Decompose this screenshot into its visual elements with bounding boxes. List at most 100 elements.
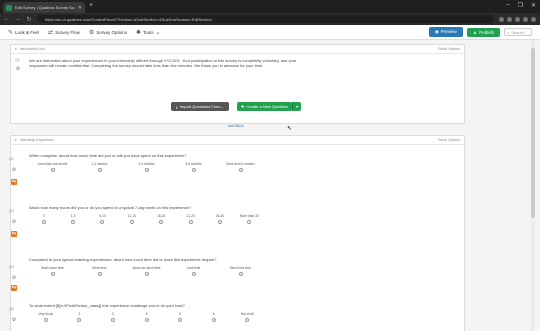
maximize-button[interactable]: ❐	[518, 2, 523, 9]
create-question-button[interactable]: ✚ Create a New Question	[237, 102, 292, 111]
logic-icon[interactable]: ⇆	[11, 179, 17, 185]
radio-button[interactable]	[178, 318, 183, 322]
url-field[interactable]: https://au.ol.qualtrics.com/ControlPanel…	[37, 15, 494, 23]
gear-icon[interactable]: ⚙	[11, 275, 17, 281]
choice[interactable]: 21-25	[176, 214, 205, 224]
radio-button[interactable]	[77, 318, 82, 322]
collapse-icon[interactable]: ▾	[15, 138, 17, 142]
radio-button[interactable]	[100, 220, 105, 224]
choice[interactable]: 26-30	[205, 214, 234, 224]
choice[interactable]: 16-20	[147, 214, 176, 224]
choice[interactable]: 6-10	[88, 214, 117, 224]
extension-icon[interactable]	[499, 16, 504, 22]
extension-icon[interactable]	[507, 16, 512, 22]
logic-icon[interactable]: ⇆	[11, 285, 17, 291]
radio-button[interactable]	[238, 272, 243, 276]
publish-button[interactable]: ▲ Publish	[466, 27, 500, 37]
collapse-icon[interactable]: ▾	[15, 47, 17, 51]
choice[interactable]: Not at all	[230, 312, 264, 322]
radio-button[interactable]	[144, 318, 149, 322]
block-options-button[interactable]: Block Options	[438, 138, 460, 142]
radio-button[interactable]	[50, 168, 55, 172]
reload-icon[interactable]: ↻	[26, 16, 32, 23]
import-questions-button[interactable]: ⤓ Import Questions From...	[171, 102, 230, 111]
question-q5[interactable]: Q5 ⚙ To what extent [${e://Field/Senior_…	[9, 295, 464, 331]
add-block-link[interactable]: Add Block	[228, 124, 244, 128]
scrollbar-thumb[interactable]	[531, 48, 535, 218]
choice[interactable]: Much less time	[217, 266, 264, 276]
choice[interactable]: More time	[76, 266, 123, 276]
radio-button[interactable]	[71, 220, 76, 224]
radio-button[interactable]	[159, 220, 164, 224]
choice[interactable]: Less than one month	[29, 162, 76, 172]
browser-tab[interactable]: Edit Survey | Qualtrics Survey So... ✕	[3, 2, 85, 13]
choice[interactable]: Very much	[29, 312, 63, 322]
question-q4[interactable]: Q4 ⚙ ⇆ Compared to your typical learning…	[9, 249, 464, 295]
radio-button[interactable]	[97, 272, 102, 276]
forward-icon[interactable]: →	[15, 16, 21, 22]
search-input[interactable]: ⌕ Search...	[504, 28, 532, 36]
choice[interactable]: 1-5	[58, 214, 87, 224]
choice[interactable]: 4	[130, 312, 164, 322]
question-q3[interactable]: Q3 ⚙ ⇆ About how many hours did you or d…	[9, 197, 464, 249]
radio-button[interactable]	[43, 318, 48, 322]
radio-button[interactable]	[41, 220, 46, 224]
radio-button[interactable]	[97, 168, 102, 172]
minimize-button[interactable]: –	[506, 2, 509, 9]
radio-button[interactable]	[211, 318, 216, 322]
menu-icon[interactable]	[531, 16, 536, 22]
preview-button[interactable]: ◉ Preview	[428, 27, 463, 37]
look-feel-button[interactable]: ✎ Look & Feel	[8, 29, 39, 36]
gear-icon[interactable]: ⚙	[11, 317, 17, 323]
choice[interactable]: More than 6 months	[217, 162, 264, 172]
choice[interactable]: Much more time	[29, 266, 76, 276]
choice[interactable]: Less time	[170, 266, 217, 276]
choice[interactable]: 3	[96, 312, 130, 322]
question-text[interactable]: About how many hours did you or do you s…	[29, 205, 264, 210]
choice[interactable]: 0	[29, 214, 58, 224]
question-q2[interactable]: Q2 ⚙ ⇆ When complete, about how much tim…	[9, 145, 464, 197]
tools-button[interactable]: ✱ Tools ⌄	[136, 29, 161, 36]
choice[interactable]: 1-2 months	[76, 162, 123, 172]
radio-button[interactable]	[191, 168, 196, 172]
radio-button[interactable]	[191, 272, 196, 276]
gear-icon[interactable]: ⚙	[11, 167, 17, 173]
choice[interactable]: 5-6 months	[170, 162, 217, 172]
new-tab-button[interactable]: +	[89, 2, 93, 10]
extension-icon[interactable]	[515, 16, 520, 22]
choice[interactable]: 5	[163, 312, 197, 322]
choice[interactable]: 3-4 months	[123, 162, 170, 172]
choice[interactable]: 11-15	[117, 214, 146, 224]
question-text[interactable]: Compared to your typical learning experi…	[29, 257, 264, 262]
choice[interactable]: 6	[197, 312, 231, 322]
question-text[interactable]: When complete, about how much time did y…	[29, 153, 264, 158]
question-text[interactable]: We are interested about your experiences…	[29, 58, 304, 68]
radio-button[interactable]	[110, 318, 115, 322]
question-q1[interactable]: Q1 ⚙ We are interested about your experi…	[11, 54, 464, 72]
radio-button[interactable]	[129, 220, 134, 224]
radio-button[interactable]	[144, 168, 149, 172]
question-text[interactable]: To what extent [${e://Field/Senior_class…	[29, 303, 264, 308]
radio-button[interactable]	[144, 272, 149, 276]
close-window-button[interactable]: ✕	[531, 2, 536, 9]
close-tab-icon[interactable]: ✕	[78, 5, 82, 11]
choice[interactable]: About as much time	[123, 266, 170, 276]
survey-options-button[interactable]: ⚙ Survey Options	[89, 29, 127, 36]
choice[interactable]: 2	[63, 312, 97, 322]
block-title[interactable]: Internship Experience	[20, 138, 54, 142]
choice[interactable]: More than 30	[235, 214, 264, 224]
gear-icon[interactable]: ⚙	[15, 66, 21, 72]
block-title[interactable]: Introductory Info	[20, 47, 45, 51]
back-icon[interactable]: ←	[4, 16, 10, 22]
profile-avatar[interactable]	[523, 16, 528, 22]
radio-button[interactable]	[217, 220, 222, 224]
radio-button[interactable]	[50, 272, 55, 276]
survey-flow-button[interactable]: ⇄ Survey Flow	[48, 29, 80, 36]
create-dropdown-button[interactable]: ▾	[292, 102, 301, 111]
logic-icon[interactable]: ⇆	[11, 231, 17, 237]
block-options-button[interactable]: Block Options	[438, 47, 460, 51]
radio-button[interactable]	[188, 220, 193, 224]
radio-button[interactable]	[238, 168, 243, 172]
gear-icon[interactable]: ⚙	[11, 219, 17, 225]
radio-button[interactable]	[247, 220, 252, 224]
